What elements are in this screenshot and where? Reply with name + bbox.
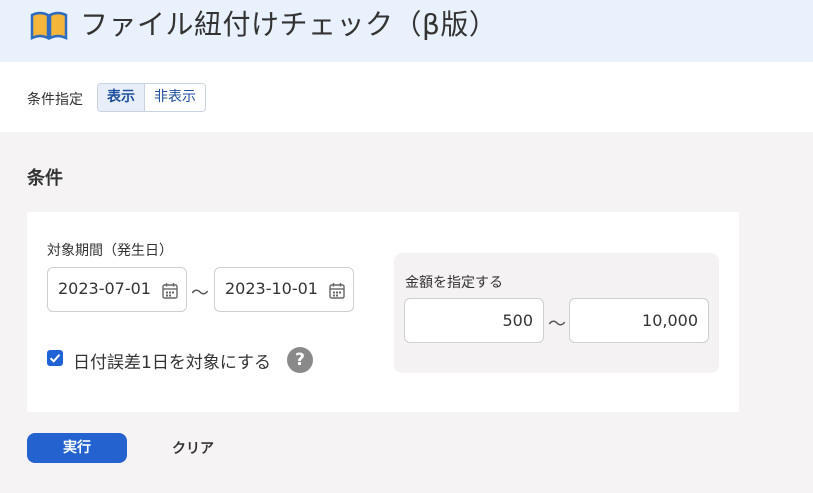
show-button[interactable]: 表示 (98, 84, 145, 111)
condition-toggle: 表示 非表示 (97, 83, 206, 112)
book-icon (30, 11, 68, 40)
amount-max-value: 10,000 (642, 311, 698, 330)
calendar-icon[interactable] (162, 282, 178, 299)
period-label: 対象期間（発生日） (47, 243, 173, 259)
help-icon[interactable]: ? (287, 347, 313, 373)
amount-separator: 〜 (548, 314, 566, 335)
date-to-field[interactable]: 2023-10-01 (214, 267, 354, 312)
period-separator: 〜 (191, 283, 209, 304)
amount-max-field[interactable]: 10,000 (569, 298, 709, 343)
condition-toggle-label: 条件指定 (27, 92, 83, 108)
tolerance-checkbox[interactable] (47, 350, 63, 366)
header: ファイル紐付けチェック（β版） (0, 0, 813, 62)
tolerance-label[interactable]: 日付誤差1日を対象にする (73, 348, 271, 373)
run-button[interactable]: 実行 (27, 433, 127, 463)
date-from-value: 2023-07-01 (58, 279, 151, 298)
section-title: 条件 (27, 168, 63, 189)
amount-min-value: 500 (502, 311, 533, 330)
check-icon (49, 354, 61, 363)
amount-label: 金額を指定する (405, 275, 503, 291)
date-to-value: 2023-10-01 (225, 279, 318, 298)
calendar-icon[interactable] (329, 282, 345, 299)
clear-button[interactable]: クリア (172, 438, 214, 458)
date-from-field[interactable]: 2023-07-01 (47, 267, 187, 312)
amount-min-field[interactable]: 500 (404, 298, 544, 343)
page-title: ファイル紐付けチェック（β版） (80, 8, 498, 41)
hide-button[interactable]: 非表示 (145, 84, 205, 111)
